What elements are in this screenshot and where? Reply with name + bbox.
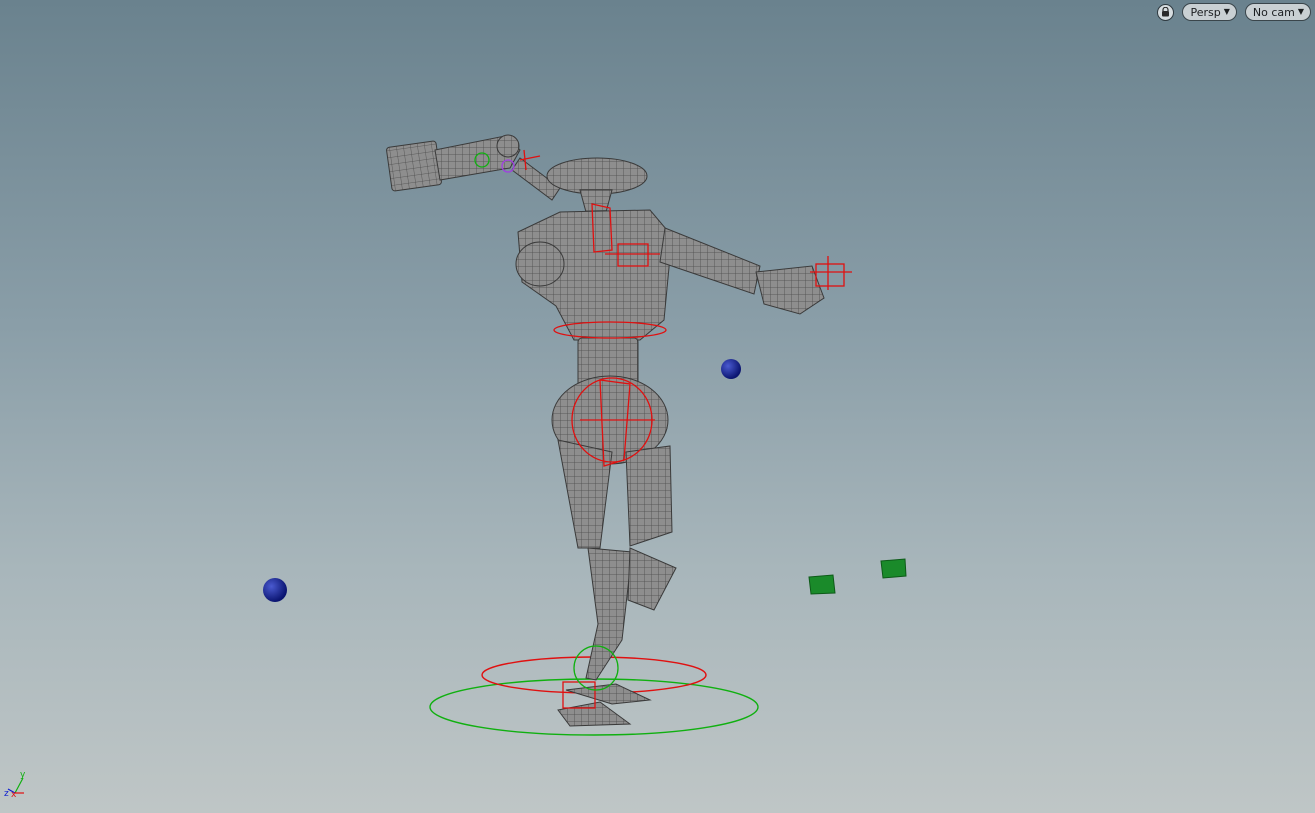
axis-z-label: z bbox=[4, 789, 9, 799]
scene-canvas: y z x bbox=[4, 134, 907, 800]
axis-gizmo: y z x bbox=[4, 770, 26, 800]
robot-mesh[interactable] bbox=[386, 134, 825, 727]
null-sphere[interactable] bbox=[721, 359, 741, 379]
box-controls[interactable] bbox=[808, 558, 907, 595]
axis-y-label: y bbox=[20, 770, 26, 780]
null-sphere[interactable] bbox=[263, 578, 287, 602]
axis-x-label: x bbox=[11, 790, 17, 800]
3d-viewport[interactable]: Persp ▼ No cam ▼ y z x bbox=[0, 0, 1315, 813]
